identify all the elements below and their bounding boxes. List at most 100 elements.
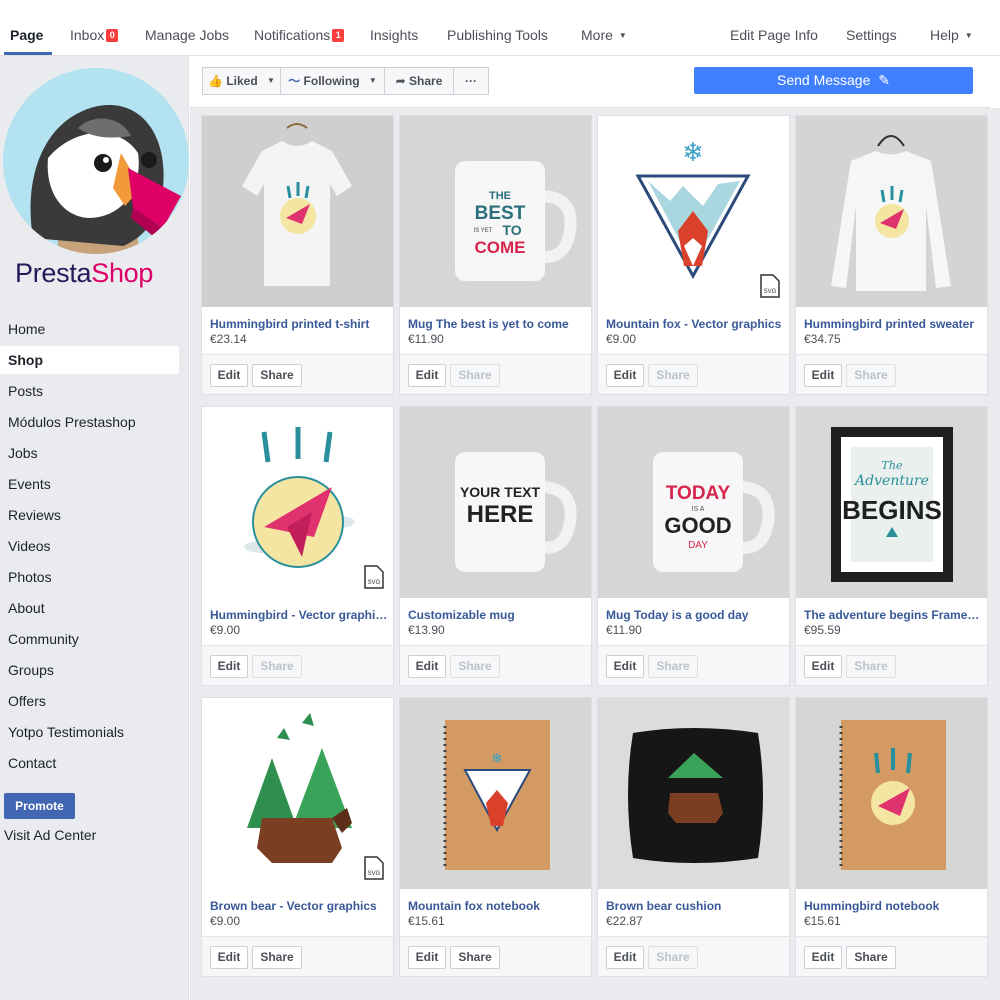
edit-button[interactable]: Edit <box>408 946 446 969</box>
visit-ad-center-link[interactable]: Visit Ad Center <box>4 827 96 843</box>
edit-button[interactable]: Edit <box>804 946 842 969</box>
sidebar-item-reviews[interactable]: Reviews <box>8 507 61 523</box>
edit-button[interactable]: Edit <box>606 364 644 387</box>
sidebar-item-about[interactable]: About <box>8 600 45 616</box>
tab-page[interactable]: Page <box>10 27 43 43</box>
help-menu[interactable]: Help ▼ <box>930 27 973 43</box>
edit-button[interactable]: Edit <box>804 655 842 678</box>
product-card[interactable]: ❄ SVG Mountain fox - Vector graphics €9.… <box>597 115 790 395</box>
product-image[interactable] <box>796 698 987 889</box>
settings-link[interactable]: Settings <box>846 27 897 43</box>
product-card[interactable]: THE BEST IS YET TO COME Mug The best is … <box>399 115 592 395</box>
product-name[interactable]: Brown bear cushion <box>606 899 784 913</box>
share-button[interactable]: Share <box>450 655 500 678</box>
share-button[interactable]: Share <box>846 364 896 387</box>
sidebar-item-shop[interactable]: Shop <box>8 352 43 368</box>
tab-insights[interactable]: Insights <box>370 27 418 43</box>
share-button[interactable]: Share <box>846 655 896 678</box>
share-button[interactable]: Share <box>252 946 302 969</box>
product-image[interactable]: SVG <box>202 407 393 598</box>
mug-text-line: HERE <box>467 501 534 528</box>
tab-more[interactable]: More ▼ <box>581 27 627 43</box>
tab-manage-jobs[interactable]: Manage Jobs <box>145 27 229 43</box>
product-name[interactable]: Hummingbird printed sweater <box>804 317 982 331</box>
edit-button[interactable]: Edit <box>606 655 644 678</box>
product-name[interactable]: Mountain fox - Vector graphics <box>606 317 784 331</box>
product-name[interactable]: Mountain fox notebook <box>408 899 586 913</box>
edit-button[interactable]: Edit <box>408 364 446 387</box>
product-name[interactable]: Brown bear - Vector graphics <box>210 899 388 913</box>
caret-down-icon: ▼ <box>368 76 377 85</box>
share-page-button[interactable]: ➦ Share <box>384 67 454 95</box>
product-image[interactable] <box>598 698 789 889</box>
product-card[interactable]: Hummingbird printed t-shirt €23.14 Edit … <box>201 115 394 395</box>
product-image[interactable]: The Adventure BEGINS <box>796 407 987 598</box>
snowflake-icon: ❄ <box>491 751 503 767</box>
sidebar-item-modulos-prestashop[interactable]: Módulos Prestashop <box>8 414 136 430</box>
product-card[interactable]: ❄ Mountain fox notebook €15.61 Edit Shar… <box>399 697 592 977</box>
edit-button[interactable]: Edit <box>210 655 248 678</box>
product-image[interactable]: ❄ SVG <box>598 116 789 307</box>
product-card[interactable]: SVG Hummingbird - Vector graphics €9.00 … <box>201 406 394 686</box>
product-name[interactable]: Hummingbird printed t-shirt <box>210 317 388 331</box>
sidebar-item-community[interactable]: Community <box>8 631 79 647</box>
product-image[interactable]: YOUR TEXT HERE <box>400 407 591 598</box>
share-button[interactable]: Share <box>846 946 896 969</box>
product-image[interactable]: THE BEST IS YET TO COME <box>400 116 591 307</box>
product-name[interactable]: Hummingbird notebook <box>804 899 982 913</box>
share-button[interactable]: Share <box>648 655 698 678</box>
share-button[interactable]: Share <box>648 364 698 387</box>
sidebar-item-posts[interactable]: Posts <box>8 383 43 399</box>
product-image[interactable] <box>796 116 987 307</box>
edit-page-info-link[interactable]: Edit Page Info <box>730 27 818 43</box>
product-image[interactable]: SVG <box>202 698 393 889</box>
sidebar-item-offers[interactable]: Offers <box>8 693 46 709</box>
product-card[interactable]: Hummingbird notebook €15.61 Edit Share <box>795 697 988 977</box>
sidebar-item-contact[interactable]: Contact <box>8 755 56 771</box>
product-image[interactable] <box>202 116 393 307</box>
product-card[interactable]: Brown bear cushion €22.87 Edit Share <box>597 697 790 977</box>
product-card[interactable]: Hummingbird printed sweater €34.75 Edit … <box>795 115 988 395</box>
share-button[interactable]: Share <box>450 364 500 387</box>
sidebar-item-videos[interactable]: Videos <box>8 538 51 554</box>
edit-button[interactable]: Edit <box>210 946 248 969</box>
edit-button[interactable]: Edit <box>606 946 644 969</box>
following-button[interactable]: 〜 Following ▼ <box>280 67 385 95</box>
liked-button[interactable]: 👍 Liked ▼ <box>202 67 281 95</box>
sidebar-item-photos[interactable]: Photos <box>8 569 52 585</box>
edit-button[interactable]: Edit <box>804 364 842 387</box>
more-options-button[interactable]: ··· <box>453 67 489 95</box>
product-name[interactable]: Customizable mug <box>408 608 586 622</box>
profile-picture[interactable] <box>3 68 189 254</box>
product-card[interactable]: The Adventure BEGINS The adventure begin… <box>795 406 988 686</box>
tab-inbox[interactable]: Inbox 0 <box>70 27 119 43</box>
product-name[interactable]: Mug The best is yet to come <box>408 317 586 331</box>
tab-notifications[interactable]: Notifications 1 <box>254 27 345 43</box>
edit-button[interactable]: Edit <box>408 655 446 678</box>
sidebar-item-events[interactable]: Events <box>8 476 51 492</box>
product-name[interactable]: Hummingbird - Vector graphics <box>210 608 388 622</box>
product-price: €22.87 <box>606 914 643 928</box>
product-image[interactable]: TODAY IS A GOOD DAY <box>598 407 789 598</box>
sidebar-item-yotpo-testimonials[interactable]: Yotpo Testimonials <box>8 724 124 740</box>
shop-product-grid: Hummingbird printed t-shirt €23.14 Edit … <box>190 108 1000 1000</box>
share-button[interactable]: Share <box>252 655 302 678</box>
product-image[interactable]: ❄ <box>400 698 591 889</box>
product-card[interactable]: YOUR TEXT HERE Customizable mug €13.90 E… <box>399 406 592 686</box>
share-button[interactable]: Share <box>450 946 500 969</box>
sidebar-item-jobs[interactable]: Jobs <box>8 445 38 461</box>
share-button[interactable]: Share <box>648 946 698 969</box>
sidebar-item-groups[interactable]: Groups <box>8 662 54 678</box>
product-card[interactable]: TODAY IS A GOOD DAY Mug Today is a good … <box>597 406 790 686</box>
tab-publishing-tools[interactable]: Publishing Tools <box>447 27 548 43</box>
product-price: €15.61 <box>804 914 841 928</box>
send-message-button[interactable]: Send Message ✎ <box>694 67 973 94</box>
product-name[interactable]: The adventure begins Framed… <box>804 608 982 622</box>
product-card[interactable]: SVG Brown bear - Vector graphics €9.00 E… <box>201 697 394 977</box>
share-button[interactable]: Share <box>252 364 302 387</box>
product-name[interactable]: Mug Today is a good day <box>606 608 784 622</box>
thumbs-up-icon: 👍 <box>208 74 223 88</box>
sidebar-item-home[interactable]: Home <box>8 321 45 337</box>
promote-button[interactable]: Promote <box>4 793 75 819</box>
edit-button[interactable]: Edit <box>210 364 248 387</box>
